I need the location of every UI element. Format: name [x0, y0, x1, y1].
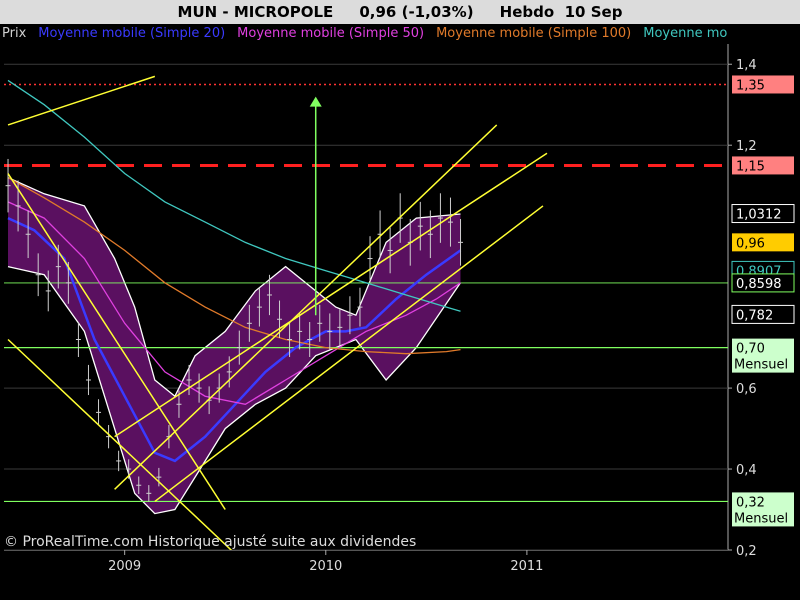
x-tick-label-2: 2011 — [510, 559, 543, 574]
plot-area — [4, 63, 728, 550]
price-chart[interactable]: 0,2 0,4 0,6 1,2 1,4 2009 2010 2011 1,35 1,15 1,031… — [0, 0, 800, 600]
price-tag-label-7: 0,70 — [736, 342, 765, 357]
price-tag-label-8: 0,32 — [736, 495, 765, 510]
trend-line-5 — [114, 152, 548, 438]
price-tag-label-5: 0,8598 — [736, 277, 782, 292]
x-tick-label-0: 2009 — [108, 559, 141, 574]
price-tag-sublabel-8: Mensuel — [734, 511, 788, 526]
price-tag-label-3: 0,96 — [736, 236, 765, 251]
trend-line-2 — [7, 75, 156, 126]
price-tag-label-1: 1,15 — [736, 159, 765, 174]
target-arrow-head — [309, 96, 322, 107]
price-tag-label-0: 1,35 — [736, 78, 765, 93]
price-tag-label-2: 1,0312 — [736, 208, 782, 223]
x-tick-label-1: 2010 — [309, 559, 342, 574]
y-tick-label-1: 0,4 — [736, 463, 757, 478]
trend-line-0 — [7, 173, 226, 510]
y-tick-label-0: 0,2 — [736, 544, 757, 559]
bollinger-band-fill — [8, 177, 461, 514]
y-tick-label-2: 0,6 — [736, 382, 757, 397]
y-tick-label-3: 1,2 — [736, 139, 757, 154]
footer-copyright: © ProRealTime.com Historique ajusté suit… — [4, 534, 417, 550]
y-tick-label-4: 1,4 — [736, 58, 757, 73]
price-tag-label-6: 0,782 — [736, 308, 773, 323]
price-tag-sublabel-7: Mensuel — [734, 358, 788, 373]
